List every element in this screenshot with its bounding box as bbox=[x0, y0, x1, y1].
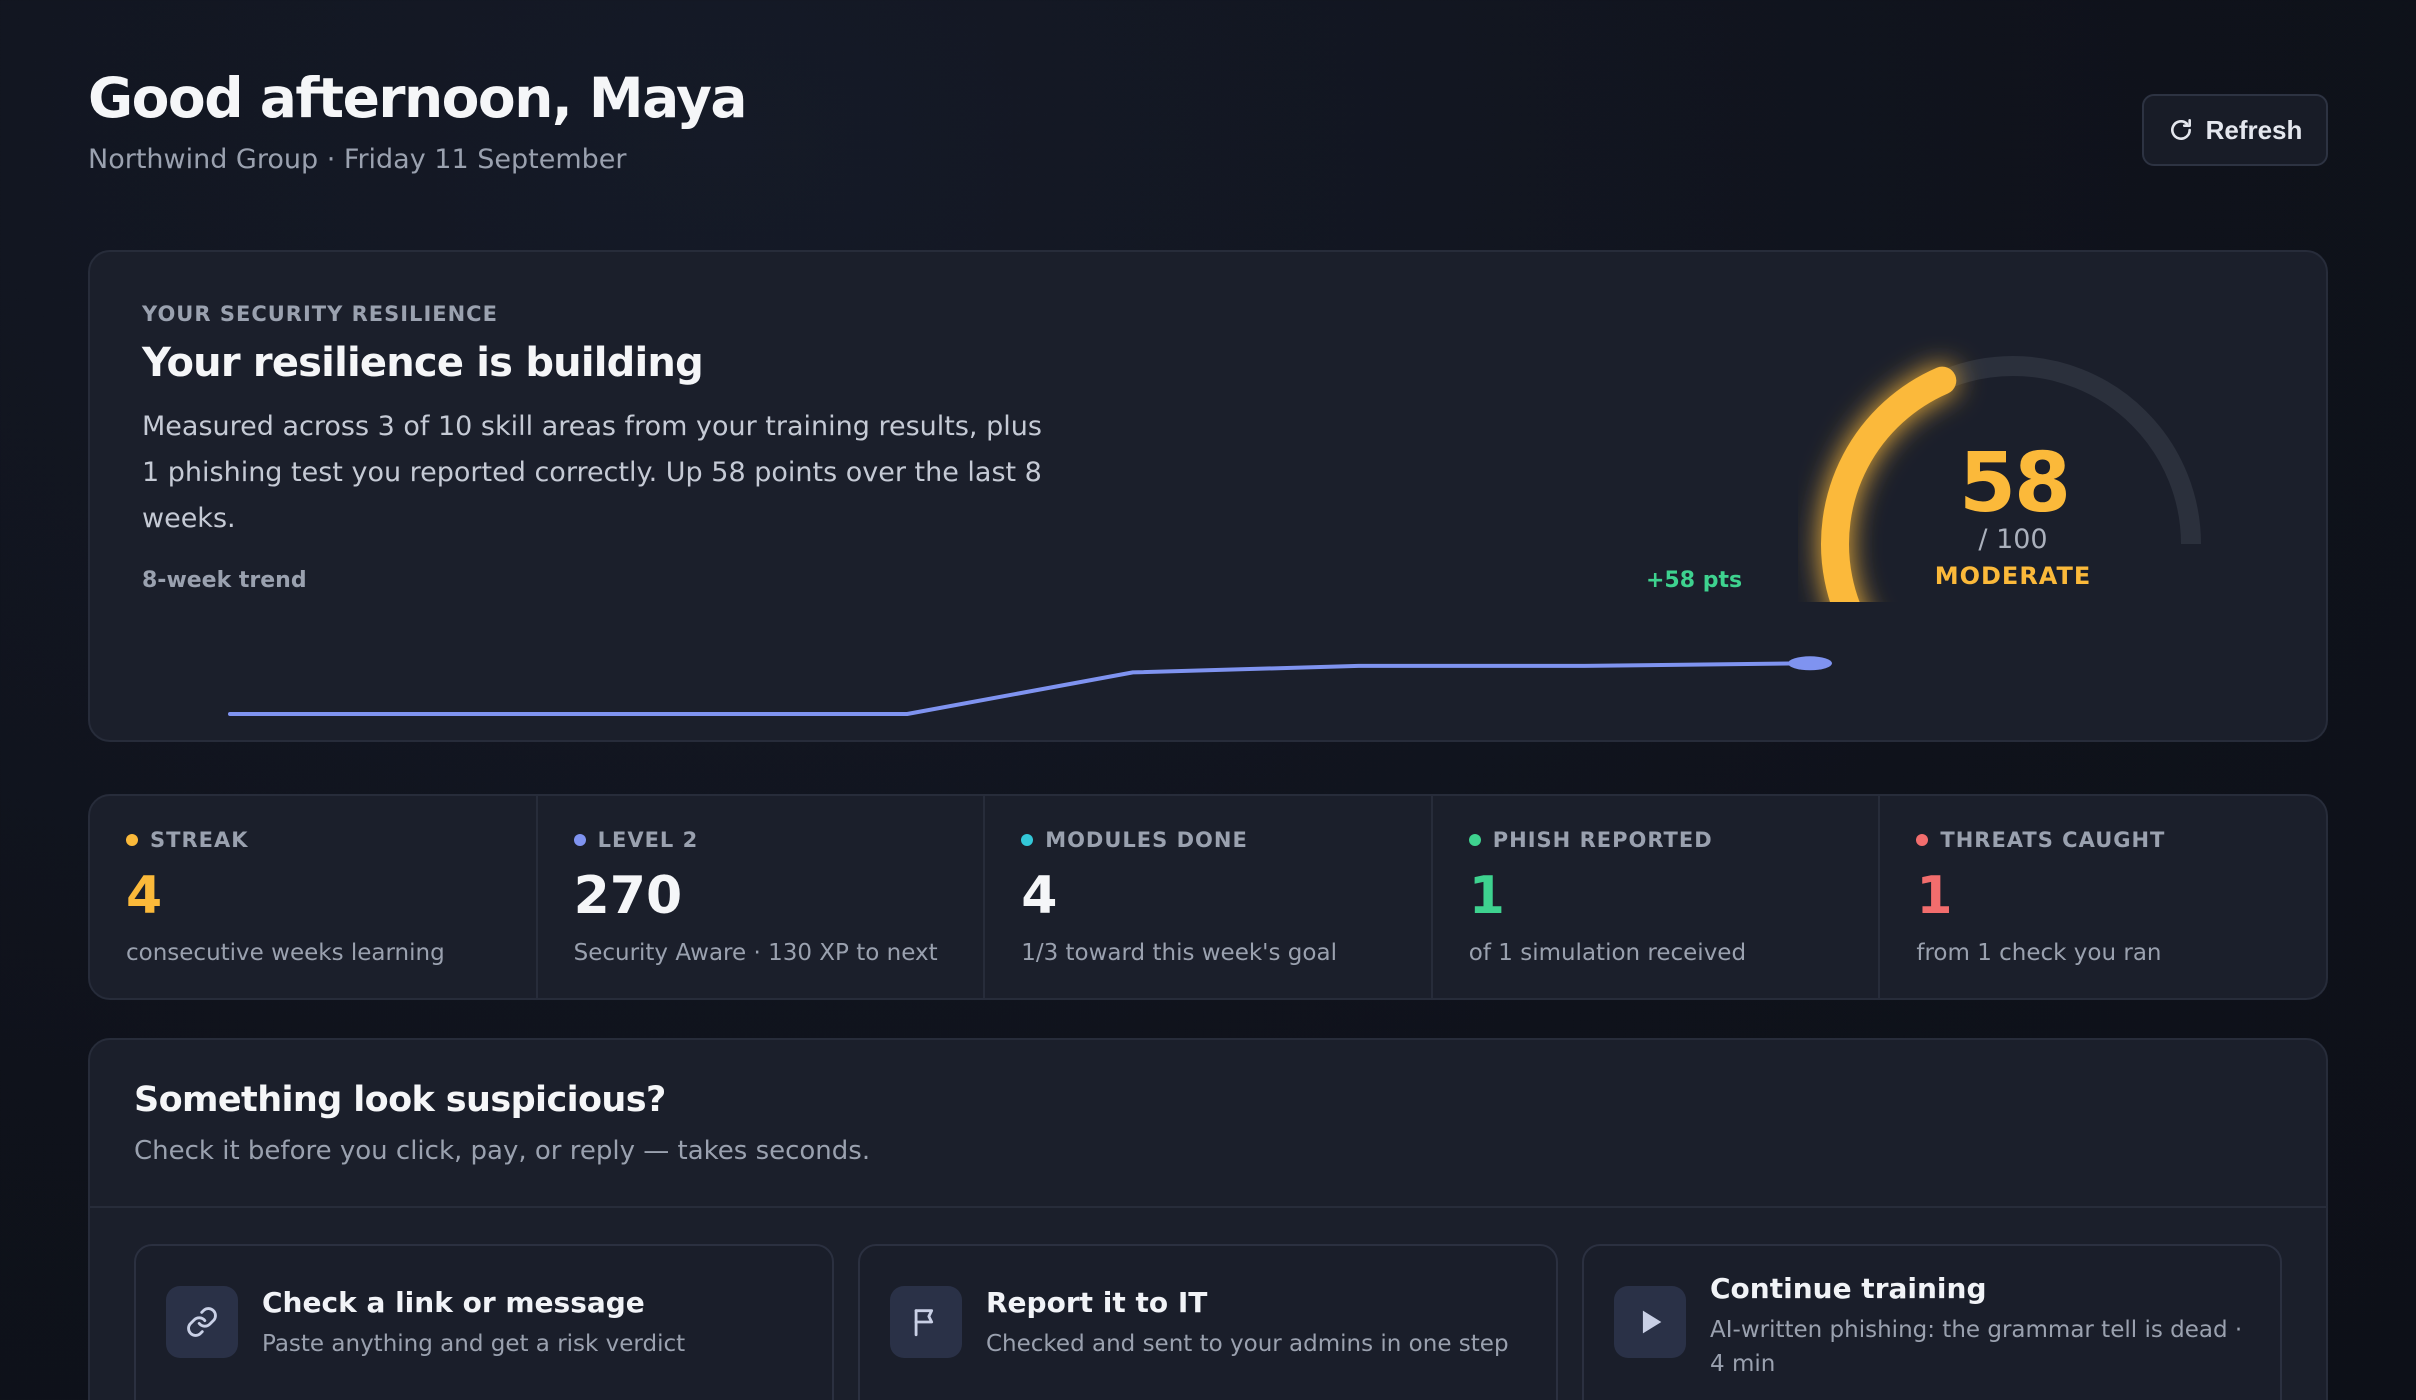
page-title: Good afternoon, Maya bbox=[88, 66, 748, 130]
action-desc: Checked and sent to your admins in one s… bbox=[986, 1331, 1509, 1357]
stat-value: 4 bbox=[1021, 866, 1058, 926]
stat-value: 270 bbox=[573, 866, 683, 926]
refresh-button[interactable]: Refresh bbox=[2142, 94, 2328, 166]
stat-note: of 1 simulation received bbox=[1468, 940, 1747, 966]
action-desc: Paste anything and get a risk verdict bbox=[262, 1331, 686, 1357]
page-subtitle: Northwind Group · Friday 11 September bbox=[88, 144, 627, 175]
stat-note: consecutive weeks learning bbox=[126, 940, 445, 966]
resilience-description: Measured across 3 of 10 skill areas from… bbox=[142, 411, 1042, 534]
stat-value: 4 bbox=[126, 866, 163, 926]
report-to-it-button[interactable]: Report it to IT Checked and sent to your… bbox=[858, 1244, 1558, 1400]
resilience-band: MODERATE bbox=[1934, 562, 2092, 590]
stats-row: STREAK 4 consecutive weeks learning LEVE… bbox=[88, 794, 2328, 1000]
stat-label: PHISH REPORTED bbox=[1492, 828, 1713, 852]
check-link-button[interactable]: Check a link or message Paste anything a… bbox=[134, 1244, 834, 1400]
resilience-eyebrow: YOUR SECURITY RESILIENCE bbox=[142, 302, 498, 326]
trend-line bbox=[228, 661, 1812, 716]
suspicious-subtitle: Check it before you click, pay, or reply… bbox=[134, 1136, 871, 1166]
link-icon bbox=[187, 1307, 217, 1337]
action-title: Check a link or message bbox=[262, 1286, 645, 1319]
suspicious-title: Something look suspicious? bbox=[134, 1080, 666, 1120]
stat-value: 1 bbox=[1468, 866, 1505, 926]
stat-note: Security Aware · 130 XP to next bbox=[573, 940, 938, 966]
stat-streak: STREAK 4 consecutive weeks learning bbox=[90, 796, 538, 998]
stat-level: LEVEL 2 270 Security Aware · 130 XP to n… bbox=[538, 796, 986, 998]
stat-label: THREATS CAUGHT bbox=[1940, 828, 2166, 852]
stat-note: from 1 check you ran bbox=[1916, 940, 2162, 966]
resilience-score: 58 bbox=[1958, 436, 2071, 531]
flag-icon bbox=[914, 1309, 934, 1337]
trend-delta: +58 pts bbox=[1646, 568, 1743, 593]
resilience-card: YOUR SECURITY RESILIENCE Your resilience… bbox=[88, 250, 2328, 742]
page-header: Good afternoon, Maya Northwind Group · F… bbox=[88, 66, 748, 175]
trend-end-point bbox=[1788, 656, 1832, 671]
stat-value: 1 bbox=[1916, 866, 1953, 926]
refresh-icon bbox=[2170, 118, 2191, 140]
stat-label: MODULES DONE bbox=[1045, 828, 1248, 852]
refresh-button-label: Refresh bbox=[2205, 114, 2303, 145]
stat-threats: THREATS CAUGHT 1 from 1 check you ran bbox=[1880, 796, 2326, 998]
action-title: Continue training bbox=[1710, 1272, 1987, 1305]
stat-modules: MODULES DONE 4 1/3 toward this week's go… bbox=[985, 796, 1433, 998]
modules-dot-icon bbox=[1021, 834, 1034, 846]
action-desc: AI-written phishing: the grammar tell is… bbox=[1710, 1317, 2243, 1377]
play-icon bbox=[1642, 1310, 1662, 1334]
stat-note: 1/3 toward this week's goal bbox=[1021, 940, 1337, 966]
stat-phish: PHISH REPORTED 1 of 1 simulation receive… bbox=[1433, 796, 1881, 998]
phish-dot-icon bbox=[1468, 834, 1481, 846]
continue-training-button[interactable]: Continue training AI-written phishing: t… bbox=[1582, 1244, 2282, 1400]
threats-dot-icon bbox=[1916, 834, 1929, 846]
trend-label: 8-week trend bbox=[142, 568, 307, 593]
streak-dot-icon bbox=[126, 834, 138, 846]
resilience-title: Your resilience is building bbox=[142, 340, 704, 386]
stat-label: STREAK bbox=[150, 828, 249, 852]
trend-chart bbox=[228, 656, 1832, 716]
level-dot-icon bbox=[573, 834, 586, 846]
resilience-score-max: / 100 bbox=[1978, 524, 2048, 555]
action-title: Report it to IT bbox=[986, 1286, 1208, 1319]
divider bbox=[90, 1206, 2326, 1208]
suspicious-card: Something look suspicious? Check it befo… bbox=[88, 1038, 2328, 1400]
stat-label: LEVEL 2 bbox=[597, 828, 699, 852]
